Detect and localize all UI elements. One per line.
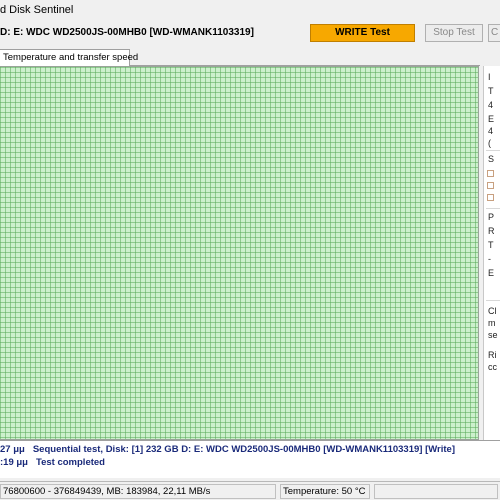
log-text: Test completed (36, 457, 105, 468)
legend-swatch (487, 194, 494, 201)
side-text-fragment: Cl (488, 306, 497, 316)
side-text-fragment: E (488, 114, 495, 124)
write-test-button[interactable]: WRITE Test (310, 24, 415, 42)
legend-swatch (487, 182, 494, 189)
divider (486, 208, 500, 209)
toolbar: D: E: WDC WD2500JS-00MHB0 [WD-WMANK11033… (0, 20, 500, 46)
side-text-fragment: T (488, 86, 494, 96)
status-bar: 76800600 - 376849439, MB: 183984, 22,11 … (0, 481, 500, 500)
tab-temperature-transfer-speed[interactable]: Temperature and transfer speed (0, 49, 138, 66)
side-info-panel: I T 4 E 4 ( S P R T - E Cl m se Ri cc (483, 66, 500, 440)
side-text-fragment: E (488, 268, 495, 278)
side-text-fragment: se (488, 330, 498, 340)
extra-button[interactable]: C (488, 24, 500, 42)
log-time: :19 μμ (0, 457, 28, 468)
side-text-fragment: R (488, 226, 495, 236)
side-text-fragment: S (488, 154, 495, 164)
side-text-fragment: ( (488, 138, 491, 148)
status-progress: 76800600 - 376849439, MB: 183984, 22,11 … (0, 484, 276, 499)
side-text-fragment: - (488, 254, 491, 264)
window-title: d Disk Sentinel (0, 4, 74, 16)
side-text-fragment: Ri (488, 350, 497, 360)
side-text-fragment: I (488, 72, 491, 82)
tab-row: Temperature and transfer speed (0, 48, 480, 66)
status-temperature: Temperature: 50 °C (280, 484, 370, 499)
legend-swatch (487, 170, 494, 177)
status-empty-cell (374, 484, 498, 499)
log-text: Sequential test, Disk: [1] 232 GB D: E: … (32, 444, 455, 455)
side-text-fragment: P (488, 212, 495, 222)
side-text-fragment: cc (488, 362, 497, 372)
surface-test-block-map (0, 66, 479, 440)
log-entry: 27 μμ Sequential test, Disk: [1] 232 GB D… (0, 444, 455, 455)
log-entry: :19 μμ Test completed (0, 457, 105, 468)
disk-label: D: E: WDC WD2500JS-00MHB0 [WD-WMANK11033… (0, 27, 254, 38)
divider (486, 300, 500, 301)
log-time: 27 μμ (0, 444, 25, 455)
side-text-fragment: m (488, 318, 496, 328)
test-log: 27 μμ Sequential test, Disk: [1] 232 GB D… (0, 440, 500, 478)
stop-test-button[interactable]: Stop Test (425, 24, 483, 42)
divider (486, 150, 500, 151)
side-text-fragment: T (488, 240, 494, 250)
title-bar: d Disk Sentinel (0, 0, 500, 20)
side-text-fragment: 4 (488, 100, 494, 110)
side-text-fragment: 4 (488, 126, 494, 136)
